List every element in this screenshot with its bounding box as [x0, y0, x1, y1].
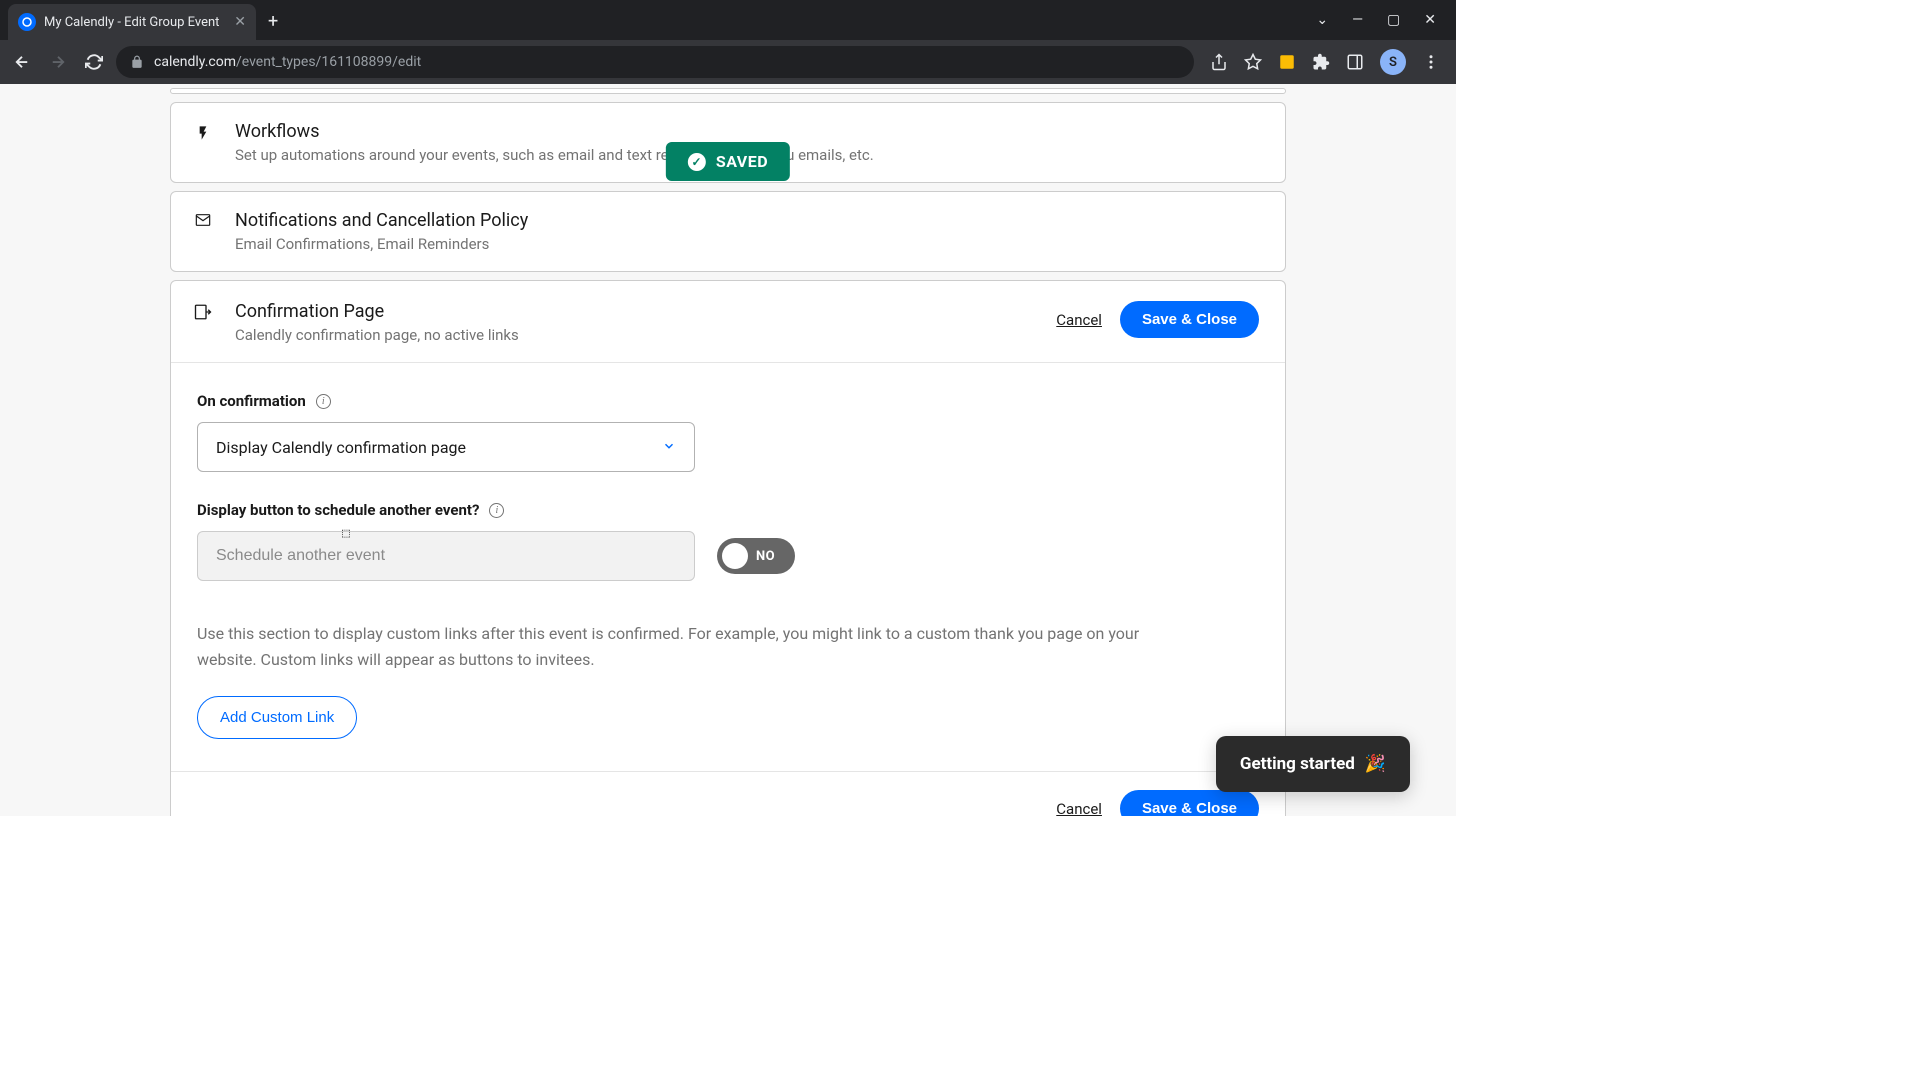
- toggle-label: NO: [756, 549, 775, 564]
- chevron-down-icon: [662, 438, 676, 457]
- custom-links-help: Use this section to display custom links…: [197, 621, 1197, 672]
- exit-icon: [193, 301, 213, 321]
- save-close-button[interactable]: Save & Close: [1120, 301, 1259, 338]
- notifications-title: Notifications and Cancellation Policy: [235, 210, 1263, 231]
- lightning-icon: [193, 121, 213, 143]
- close-tab-icon[interactable]: ✕: [234, 14, 246, 30]
- page-content: Workflows Set up automations around your…: [0, 84, 1456, 816]
- tab-title: My Calendly - Edit Group Event: [44, 15, 226, 30]
- info-icon[interactable]: i: [316, 394, 331, 409]
- select-value: Display Calendly confirmation page: [216, 438, 466, 457]
- browser-tab-strip: My Calendly - Edit Group Event ✕ + ⌄ — ▢…: [0, 0, 1456, 40]
- star-icon[interactable]: [1244, 53, 1262, 71]
- on-confirmation-label: On confirmation i: [197, 392, 331, 410]
- add-custom-link-button[interactable]: Add Custom Link: [197, 696, 357, 739]
- profile-avatar[interactable]: S: [1380, 49, 1406, 75]
- notifications-section[interactable]: Notifications and Cancellation Policy Em…: [170, 191, 1286, 272]
- schedule-another-input: [197, 531, 695, 581]
- minimize-icon[interactable]: —: [1352, 12, 1363, 28]
- forward-button[interactable]: [44, 48, 72, 76]
- cancel-link-footer[interactable]: Cancel: [1056, 800, 1102, 816]
- confirmation-page-section: Confirmation Page Calendly confirmation …: [170, 280, 1286, 816]
- new-tab-button[interactable]: +: [256, 3, 290, 40]
- workflows-title: Workflows: [235, 121, 1263, 142]
- on-confirmation-select[interactable]: Display Calendly confirmation page: [197, 422, 695, 472]
- url-display: calendly.com/event_types/161108899/edit: [154, 54, 421, 70]
- window-controls: ⌄ — ▢ ✕: [1296, 12, 1456, 28]
- cancel-link[interactable]: Cancel: [1056, 311, 1102, 329]
- confirmation-subtitle: Calendly confirmation page, no active li…: [235, 326, 1034, 344]
- toast-label: SAVED: [716, 152, 768, 171]
- info-icon[interactable]: i: [489, 503, 504, 518]
- lock-icon: [130, 55, 144, 69]
- browser-toolbar: calendly.com/event_types/161108899/edit …: [0, 40, 1456, 84]
- mail-icon: [193, 210, 213, 228]
- notifications-subtitle: Email Confirmations, Email Reminders: [235, 235, 1263, 253]
- browser-tab[interactable]: My Calendly - Edit Group Event ✕: [8, 4, 256, 40]
- address-bar[interactable]: calendly.com/event_types/161108899/edit: [116, 46, 1194, 78]
- back-button[interactable]: [8, 48, 36, 76]
- share-icon[interactable]: [1210, 53, 1228, 71]
- extensions-icon[interactable]: [1312, 53, 1330, 71]
- check-icon: ✓: [688, 153, 706, 171]
- confirmation-title: Confirmation Page: [235, 301, 1034, 322]
- calendly-favicon: [18, 13, 36, 31]
- sidepanel-icon[interactable]: [1346, 53, 1364, 71]
- app-icon[interactable]: [1278, 53, 1296, 71]
- chevron-down-icon[interactable]: ⌄: [1316, 12, 1328, 28]
- getting-started-widget[interactable]: Getting started 🎉: [1216, 736, 1410, 792]
- party-icon: 🎉: [1365, 754, 1386, 774]
- save-close-button-footer[interactable]: Save & Close: [1120, 790, 1259, 816]
- reload-button[interactable]: [80, 48, 108, 76]
- menu-icon[interactable]: [1422, 53, 1440, 71]
- close-window-icon[interactable]: ✕: [1424, 12, 1436, 28]
- schedule-another-toggle[interactable]: NO: [717, 538, 795, 574]
- maximize-icon[interactable]: ▢: [1387, 12, 1400, 28]
- card-fragment-top: [170, 88, 1286, 94]
- toggle-knob: [722, 543, 748, 569]
- schedule-another-label: Display button to schedule another event…: [197, 501, 504, 519]
- saved-toast: ✓ SAVED: [666, 142, 790, 181]
